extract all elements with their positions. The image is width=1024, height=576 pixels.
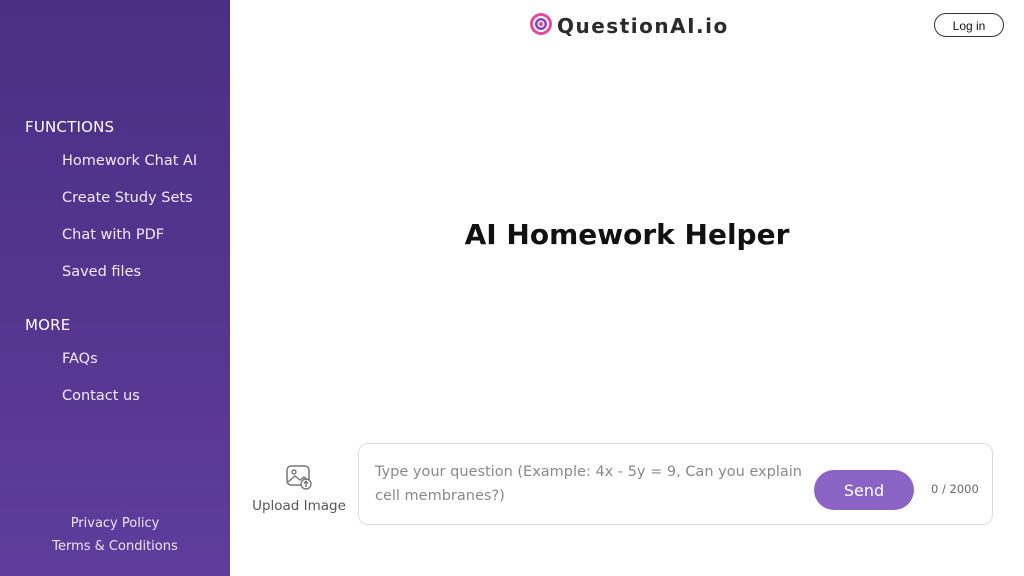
page-title: AI Homework Helper	[464, 218, 790, 251]
send-button[interactable]: Send	[814, 470, 914, 510]
character-counter: 0 / 2000	[931, 482, 979, 496]
brand-logo[interactable]: QuestionAI.io	[529, 12, 729, 40]
upload-image-label: Upload Image	[252, 498, 346, 514]
privacy-policy-link[interactable]: Privacy Policy	[0, 516, 230, 531]
image-upload-icon	[285, 465, 313, 494]
sidebar: FUNCTIONS Homework Chat AI Create Study …	[0, 0, 230, 576]
functions-section-title: FUNCTIONS	[25, 118, 115, 136]
sidebar-item-chat-with-pdf[interactable]: Chat with PDF	[62, 227, 164, 243]
terms-conditions-link[interactable]: Terms & Conditions	[0, 539, 230, 554]
upload-image-button[interactable]: Upload Image	[252, 464, 346, 514]
sidebar-item-homework-chat-ai[interactable]: Homework Chat AI	[62, 153, 197, 169]
sidebar-item-faqs[interactable]: FAQs	[62, 351, 98, 367]
sidebar-item-create-study-sets[interactable]: Create Study Sets	[62, 190, 193, 206]
sidebar-item-saved-files[interactable]: Saved files	[62, 264, 141, 280]
more-section-title: MORE	[25, 316, 71, 334]
sidebar-item-contact-us[interactable]: Contact us	[62, 388, 140, 404]
question-input[interactable]	[375, 460, 807, 512]
brand-name: QuestionAI.io	[557, 14, 729, 38]
logo-icon	[529, 12, 553, 40]
login-button[interactable]: Log in	[934, 13, 1004, 37]
